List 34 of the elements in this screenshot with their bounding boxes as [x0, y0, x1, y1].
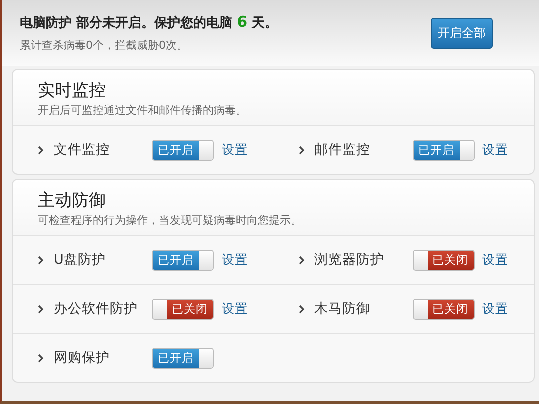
settings-link[interactable]: 设置 — [482, 300, 508, 318]
settings-link[interactable]: 设置 — [222, 300, 248, 318]
toggle-switch[interactable]: 已关闭 — [412, 298, 474, 320]
chevron-icon[interactable] — [298, 256, 304, 264]
chevron-icon[interactable] — [38, 354, 44, 362]
section-description: 开启后可监控通过文件和邮件传播的病毒。 — [38, 103, 248, 118]
section-description: 可检查程序的行为操作，当发现可疑病毒时向您提示。 — [38, 213, 303, 228]
settings-link[interactable]: 设置 — [482, 252, 508, 268]
chevron-icon[interactable] — [38, 146, 44, 154]
chevron-icon[interactable] — [298, 304, 304, 314]
protection-status: 电脑防护 部分未开启。保护您的电脑 6 天。 — [20, 13, 278, 32]
feature-label: 文件监控 — [54, 141, 111, 159]
feature-label: 网购保护 — [54, 349, 111, 367]
toggle-switch[interactable]: 已开启 — [152, 348, 214, 368]
feature-label: 木马防御 — [314, 300, 372, 318]
chevron-icon[interactable] — [38, 304, 44, 314]
toggle-switch[interactable]: 已关闭 — [152, 298, 214, 320]
settings-link[interactable]: 设置 — [482, 142, 508, 158]
settings-link[interactable]: 设置 — [222, 252, 248, 268]
feature-label: U盘防护 — [54, 251, 107, 269]
feature-label: 邮件监控 — [314, 141, 372, 159]
feature-label: 浏览器防护 — [314, 251, 386, 269]
chevron-icon[interactable] — [38, 256, 44, 264]
scan-stats: 累计查杀病毒0个，拦截威胁0次。 — [20, 38, 189, 53]
toggle-switch[interactable]: 已开启 — [412, 140, 474, 160]
section-title: 主动防御 — [38, 190, 107, 212]
feature-label: 办公软件防护 — [54, 300, 139, 318]
settings-link[interactable]: 设置 — [222, 142, 248, 158]
toggle-switch[interactable]: 已开启 — [152, 250, 214, 270]
enable-all-button[interactable]: 开启全部 — [431, 18, 493, 48]
chevron-icon[interactable] — [298, 146, 304, 154]
toggle-switch[interactable]: 已开启 — [152, 140, 214, 160]
toggle-switch[interactable]: 已关闭 — [412, 250, 474, 270]
section-title: 实时监控 — [38, 80, 107, 102]
